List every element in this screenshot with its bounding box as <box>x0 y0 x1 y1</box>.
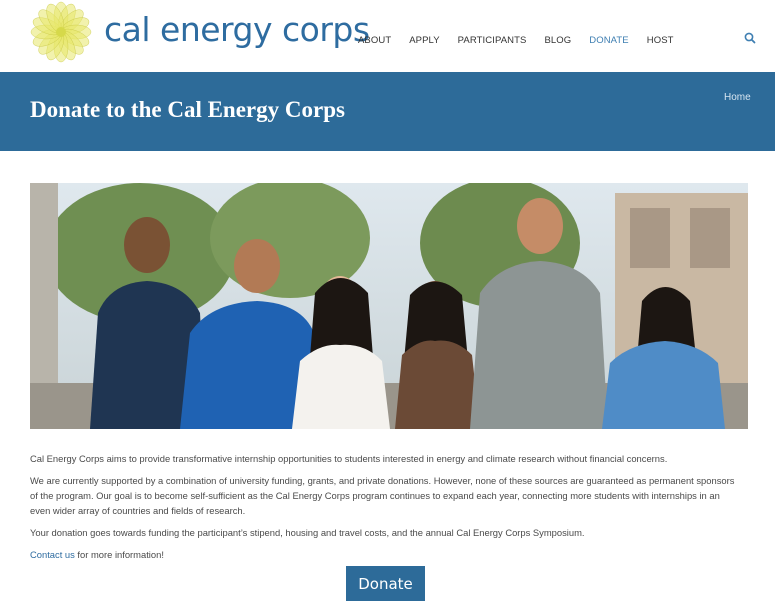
intro-paragraph: Cal Energy Corps aims to provide transfo… <box>30 453 668 464</box>
nav-apply[interactable]: APPLY <box>409 34 439 48</box>
nav-host[interactable]: HOST <box>647 34 674 48</box>
sunflower-logo-icon[interactable] <box>28 0 94 64</box>
donate-button[interactable]: Donate <box>346 566 425 601</box>
main-nav: ABOUT APPLY PARTICIPANTS BLOG DONATE HOS… <box>358 34 692 48</box>
contact-text: for more information! <box>74 549 164 560</box>
nav-participants[interactable]: PARTICIPANTS <box>458 34 527 48</box>
contact-us-link[interactable]: Contact us <box>30 549 75 560</box>
participants-group-photo <box>30 183 748 429</box>
donation-info-text: Cal Energy Corps aims to provide transfo… <box>30 451 742 569</box>
site-brand-name[interactable]: cal energy corps <box>104 10 370 50</box>
donation-use-paragraph: Your donation goes towards funding the p… <box>30 527 585 538</box>
search-icon[interactable] <box>743 31 757 45</box>
funding-paragraph: We are currently supported by a combinat… <box>30 475 735 516</box>
nav-donate[interactable]: DONATE <box>589 34 628 48</box>
contact-paragraph: Contact us for more information! <box>30 547 742 562</box>
page-title-banner: Donate to the Cal Energy Corps Home <box>0 72 775 151</box>
page-title: Donate to the Cal Energy Corps <box>30 97 345 122</box>
nav-about[interactable]: ABOUT <box>358 34 391 48</box>
breadcrumb-home[interactable]: Home <box>724 92 751 103</box>
site-header: cal energy corps ABOUT APPLY PARTICIPANT… <box>0 0 775 72</box>
nav-blog[interactable]: BLOG <box>544 34 571 48</box>
